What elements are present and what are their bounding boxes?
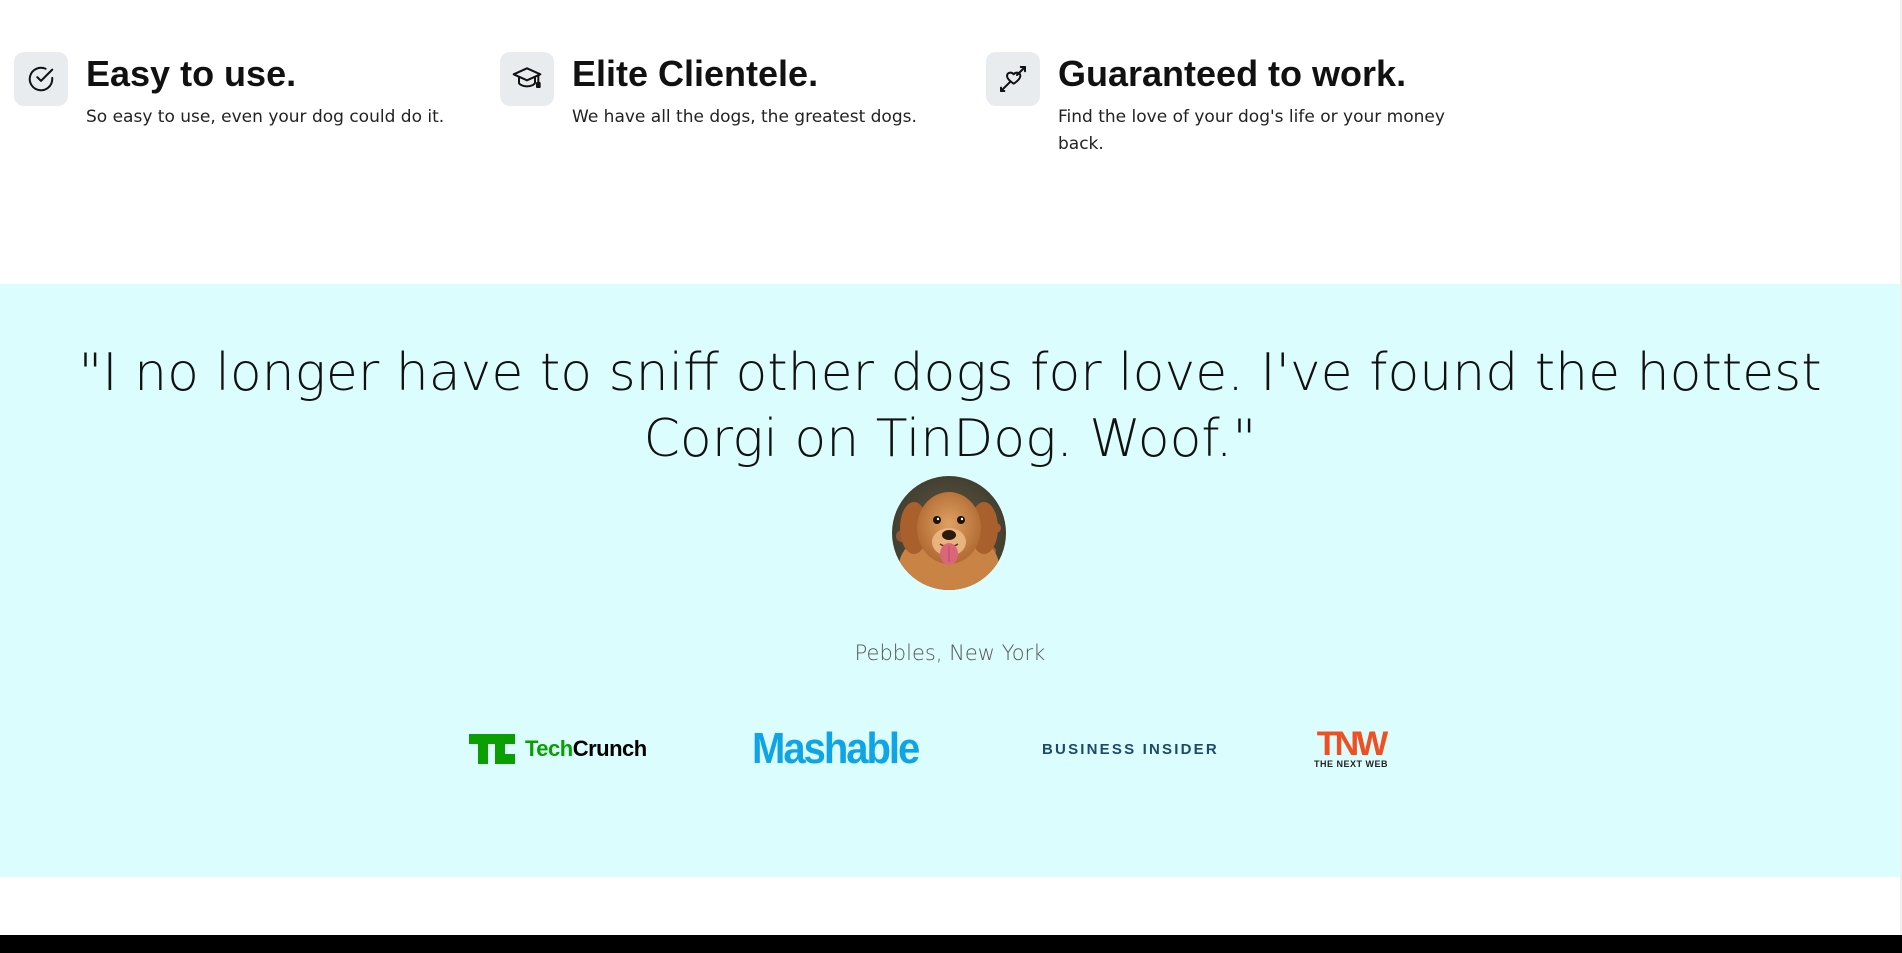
dog-avatar-image <box>892 476 1006 590</box>
features-section: Easy to use. So easy to use, even your d… <box>0 0 1900 284</box>
page: Easy to use. So easy to use, even your d… <box>0 0 1902 953</box>
feature-title: Easy to use. <box>86 53 297 94</box>
feature-description: Find the love of your dog's life or your… <box>1058 107 1445 154</box>
mashable-logo: Mashable <box>752 724 920 774</box>
check-circle-icon <box>14 52 68 106</box>
feature-easy-to-use: Easy to use. So easy to use, even your d… <box>14 52 466 131</box>
testimonial-author: Pebbles, New York <box>854 641 1046 665</box>
tnw-mark: TNW <box>1316 725 1388 763</box>
feature-title: Elite Clientele. <box>572 53 819 94</box>
feature-description: We have all the dogs, the greatest dogs. <box>572 107 917 127</box>
feature-guaranteed: Guaranteed to work. Find the love of you… <box>986 52 1448 158</box>
graduation-cap-icon <box>500 52 554 106</box>
mashable-wordmark: Mashable <box>752 724 920 773</box>
techcrunch-wordmark: TechCrunch <box>525 736 647 761</box>
feature-description: So easy to use, even your dog could do i… <box>86 107 445 127</box>
business-insider-wordmark: BUSINESS INSIDER <box>1042 740 1219 758</box>
techcrunch-logo: TechCrunch <box>469 724 647 774</box>
tnw-logo: TNW THE NEXT WEB <box>1314 724 1388 774</box>
tc-mark <box>469 734 515 764</box>
tnw-wordmark: THE NEXT WEB <box>1314 759 1389 769</box>
feature-title: Guaranteed to work. <box>1058 53 1407 94</box>
feature-elite-clientele: Elite Clientele. We have all the dogs, t… <box>500 52 952 131</box>
footer-edge <box>0 935 1902 953</box>
testimonial-quote: "I no longer have to sniff other dogs fo… <box>78 343 1822 469</box>
heart-arrow-icon <box>986 52 1040 106</box>
business-insider-logo: BUSINESS INSIDER <box>1042 724 1219 774</box>
testimonial-section: "I no longer have to sniff other dogs fo… <box>0 284 1900 877</box>
